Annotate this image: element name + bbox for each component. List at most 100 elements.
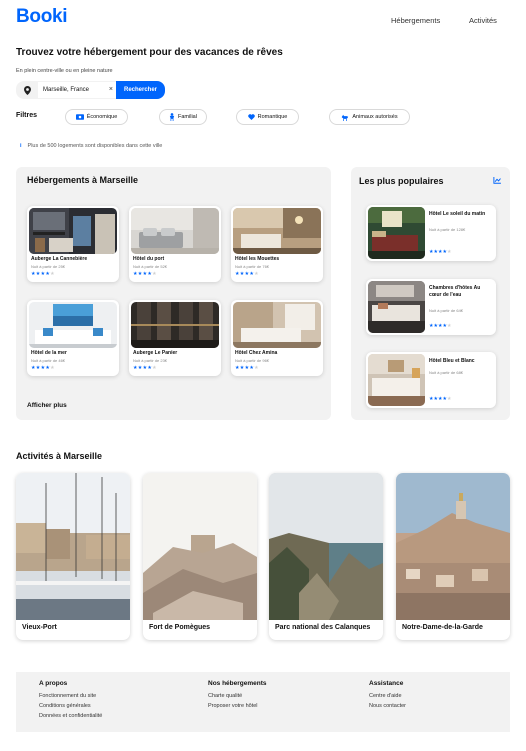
filter-familial[interactable]: Familial bbox=[159, 109, 207, 125]
footer-col-assistance: Assistance Centre d'aide Nous contacter bbox=[369, 680, 406, 713]
lodging-photo bbox=[131, 208, 219, 254]
activity-name: Parc national des Calanques bbox=[275, 624, 371, 631]
footer-heading: A propos bbox=[39, 680, 68, 687]
search-button[interactable]: Rechercher bbox=[116, 81, 165, 99]
lodgings-panel bbox=[16, 167, 331, 420]
activity-card[interactable]: Vieux-Port bbox=[16, 473, 130, 640]
footer-heading: Assistance bbox=[369, 680, 404, 687]
lodging-photo bbox=[131, 302, 219, 348]
footer-link[interactable]: Fonctionnement du site bbox=[39, 693, 102, 699]
nav-link-hebergements[interactable]: Hébergements bbox=[391, 16, 440, 25]
lodging-card[interactable]: Hôtel Chez Amina Nuit à partir de 96€ ★★… bbox=[231, 300, 323, 376]
footer: A propos Fonctionnement du site Conditio… bbox=[16, 672, 510, 732]
activity-photo bbox=[396, 473, 510, 620]
popular-price: Nuit à partir de 68€ bbox=[429, 370, 464, 375]
lodging-price: Nuit à partir de 25€ bbox=[31, 264, 66, 269]
availability-info: i Plus de 500 logements sont disponibles … bbox=[20, 143, 162, 149]
search-input-value: Marseille, France bbox=[43, 87, 90, 93]
lodging-price: Nuit à partir de 23€ bbox=[133, 358, 168, 363]
footer-heading: Nos hébergements bbox=[208, 680, 267, 687]
rating-stars: ★★★★★ bbox=[31, 365, 55, 371]
rating-stars: ★★★★★ bbox=[31, 271, 55, 277]
footer-col-apropos: A propos Fonctionnement du site Conditio… bbox=[39, 680, 102, 723]
popular-name: Chambres d'hôtes Au cœur de l'eau bbox=[429, 285, 481, 298]
activity-card[interactable]: Fort de Pomègues bbox=[143, 473, 257, 640]
activity-name: Vieux-Port bbox=[22, 624, 57, 631]
popular-price: Nuit à partir de 128€ bbox=[429, 227, 466, 232]
activity-card[interactable]: Notre-Dame-de-la-Garde bbox=[396, 473, 510, 640]
activity-photo bbox=[143, 473, 257, 620]
lodging-name: Hôtel du port bbox=[133, 256, 165, 262]
activity-name: Fort de Pomègues bbox=[149, 624, 211, 631]
activity-photo bbox=[16, 473, 130, 620]
lodging-photo bbox=[233, 208, 321, 254]
clear-search-icon[interactable]: × bbox=[109, 86, 113, 93]
lodging-card[interactable]: Auberge Le Panier Nuit à partir de 23€ ★… bbox=[129, 300, 221, 376]
page-subtitle: En plein centre-ville ou en pleine natur… bbox=[16, 68, 113, 74]
footer-link[interactable]: Données et confidentialité bbox=[39, 713, 102, 719]
rating-stars: ★★★★★ bbox=[133, 271, 157, 277]
child-icon bbox=[169, 113, 175, 121]
header: Booki Hébergements Activités bbox=[0, 0, 526, 40]
lodging-card[interactable]: Hôtel du port Nuit à partir de 52€ ★★★★★ bbox=[129, 206, 221, 282]
lodging-photo bbox=[233, 302, 321, 348]
popular-name: Hôtel Bleu et Blanc bbox=[429, 358, 475, 364]
activity-card[interactable]: Parc national des Calanques bbox=[269, 473, 383, 640]
location-pin-icon bbox=[16, 81, 38, 99]
lodging-photo bbox=[29, 208, 117, 254]
popular-name: Hôtel Le soleil du matin bbox=[429, 211, 486, 217]
footer-link[interactable]: Centre d'aide bbox=[369, 693, 406, 699]
popular-card[interactable]: Hôtel Le soleil du matin Nuit à partir d… bbox=[366, 205, 496, 261]
lodging-price: Nuit à partir de 52€ bbox=[133, 264, 168, 269]
lodging-name: Auberge Le Panier bbox=[133, 350, 178, 356]
rating-stars: ★★★★★ bbox=[429, 323, 452, 329]
dog-icon bbox=[341, 114, 349, 121]
page-title: Trouvez votre hébergement pour des vacan… bbox=[16, 47, 283, 58]
lodging-name: Hôtel les Mouettes bbox=[235, 256, 280, 262]
filter-label: Animaux autorisés bbox=[352, 114, 398, 120]
footer-link[interactable]: Conditions générales bbox=[39, 703, 102, 709]
lodging-card[interactable]: Hôtel de la mer Nuit à partir de 46€ ★★★… bbox=[27, 300, 119, 376]
rating-stars: ★★★★★ bbox=[429, 249, 452, 255]
info-icon: i bbox=[20, 143, 22, 149]
booki-logo[interactable]: Booki bbox=[16, 6, 68, 28]
filters-label: Filtres bbox=[16, 112, 38, 119]
heart-icon bbox=[247, 114, 255, 120]
search-input[interactable]: Marseille, France × bbox=[38, 81, 116, 99]
trend-chart-icon bbox=[493, 177, 501, 184]
popular-photo bbox=[368, 207, 425, 259]
popular-price: Nuit à partir de 64€ bbox=[429, 308, 464, 313]
lodging-name: Hôtel de la mer bbox=[31, 350, 67, 356]
lodging-card[interactable]: Auberge La Cannebière Nuit à partir de 2… bbox=[27, 206, 119, 282]
footer-link[interactable]: Nous contacter bbox=[369, 703, 406, 709]
availability-text: Plus de 500 logements sont disponibles d… bbox=[27, 143, 163, 149]
rating-stars: ★★★★★ bbox=[133, 365, 157, 371]
activity-name: Notre-Dame-de-la-Garde bbox=[402, 624, 483, 631]
filter-romantique[interactable]: Romantique bbox=[236, 109, 299, 125]
show-more-link[interactable]: Afficher plus bbox=[27, 402, 67, 409]
nav-link-activites[interactable]: Activités bbox=[469, 16, 497, 25]
lodging-price: Nuit à partir de 46€ bbox=[31, 358, 66, 363]
popular-photo bbox=[368, 354, 425, 406]
lodging-name: Hôtel Chez Amina bbox=[235, 350, 278, 356]
footer-link[interactable]: Proposer votre hôtel bbox=[208, 703, 267, 709]
lodging-price: Nuit à partir de 76€ bbox=[235, 264, 270, 269]
popular-card[interactable]: Chambres d'hôtes Au cœur de l'eau Nuit à… bbox=[366, 279, 496, 335]
lodging-photo bbox=[29, 302, 117, 348]
money-icon bbox=[75, 114, 84, 120]
filter-economique[interactable]: Économique bbox=[65, 109, 128, 125]
filter-animaux[interactable]: Animaux autorisés bbox=[329, 109, 410, 125]
search-bar: Marseille, France × Rechercher bbox=[16, 81, 165, 99]
lodging-price: Nuit à partir de 96€ bbox=[235, 358, 270, 363]
filter-label: Familial bbox=[178, 114, 197, 120]
filter-label: Économique bbox=[86, 114, 118, 120]
popular-title: Les plus populaires bbox=[359, 176, 444, 186]
popular-card[interactable]: Hôtel Bleu et Blanc Nuit à partir de 68€… bbox=[366, 352, 496, 408]
filter-label: Romantique bbox=[257, 114, 288, 120]
lodging-card[interactable]: Hôtel les Mouettes Nuit à partir de 76€ … bbox=[231, 206, 323, 282]
lodging-name: Auberge La Cannebière bbox=[31, 256, 88, 262]
activities-title: Activités à Marseille bbox=[16, 451, 103, 461]
rating-stars: ★★★★★ bbox=[235, 365, 259, 371]
footer-link[interactable]: Charte qualité bbox=[208, 693, 267, 699]
popular-photo bbox=[368, 281, 425, 333]
